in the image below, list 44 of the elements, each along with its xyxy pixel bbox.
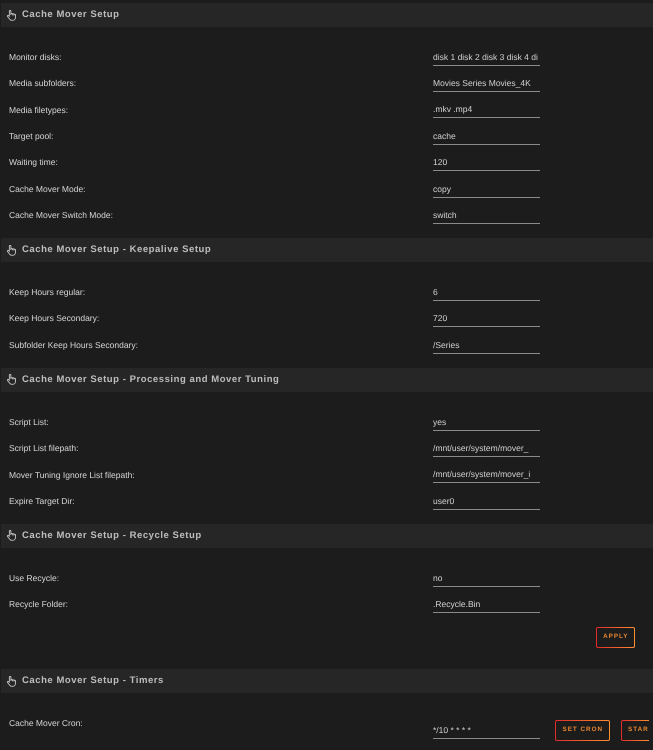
text-field[interactable]: no xyxy=(433,570,540,587)
text-field[interactable]: /mnt/user/system/mover_ xyxy=(433,440,540,457)
field-label: Cache Mover Mode: xyxy=(9,182,86,196)
field-label: Script List: xyxy=(9,416,49,428)
field-label: Recycle Folder: xyxy=(9,598,68,611)
field-label: Subfolder Keep Hours Secondary: xyxy=(9,338,138,352)
field-label: Expire Target Dir: xyxy=(9,494,75,508)
field-label: Use Recycle: xyxy=(9,572,60,585)
section-title: Cache Mover Setup - Keepalive Setup xyxy=(22,243,212,258)
text-field[interactable]: */10 * * * * xyxy=(433,722,540,739)
text-field[interactable]: 720 xyxy=(433,310,540,328)
field-label: Media filetypes: xyxy=(9,104,68,116)
section-title: Cache Mover Setup xyxy=(22,8,120,22)
text-field[interactable]: disk 1 disk 2 disk 3 disk 4 di xyxy=(433,48,540,66)
text-field[interactable]: yes xyxy=(433,414,540,431)
text-field[interactable]: .Recycle.Bin xyxy=(433,596,540,614)
text-field[interactable]: /mnt/user/system/mover_i xyxy=(433,466,540,484)
text-field[interactable]: user0 xyxy=(433,492,540,510)
text-field[interactable]: 120 xyxy=(433,154,540,172)
text-field[interactable]: switch xyxy=(433,207,540,224)
field-label: Waiting time: xyxy=(9,156,58,170)
section-title: Cache Mover Setup - Processing and Mover Tuning xyxy=(22,372,280,387)
section-title: Cache Mover Setup - Recycle Setup xyxy=(22,528,202,543)
field-label: Target pool: xyxy=(9,130,54,143)
field-label: Cache Mover Switch Mode: xyxy=(9,209,113,222)
field-label: Keep Hours regular: xyxy=(9,286,86,299)
text-field[interactable]: /Series xyxy=(433,336,540,354)
hand-icon xyxy=(7,676,16,687)
text-field[interactable]: .mkv .mp4 xyxy=(433,101,540,118)
field-label: Mover Tuning Ignore List filepath: xyxy=(9,468,135,482)
text-field[interactable]: Movies Series Movies_4K xyxy=(433,75,540,92)
text-field[interactable]: copy xyxy=(433,180,540,198)
field-label: Keep Hours Secondary: xyxy=(9,312,100,326)
field-label: Cache Mover Cron: xyxy=(9,717,83,730)
field-label: Monitor disks: xyxy=(9,50,62,64)
hand-icon xyxy=(7,10,16,20)
hand-icon xyxy=(7,374,16,386)
text-field[interactable]: 6 xyxy=(433,284,540,301)
field-label: Media subfolders: xyxy=(9,77,76,90)
text-field[interactable]: cache xyxy=(433,128,540,145)
hand-icon xyxy=(7,244,16,256)
hand-icon xyxy=(7,530,16,542)
section-title: Cache Mover Setup - Timers xyxy=(22,674,164,688)
field-label: Script List filepath: xyxy=(9,442,78,455)
